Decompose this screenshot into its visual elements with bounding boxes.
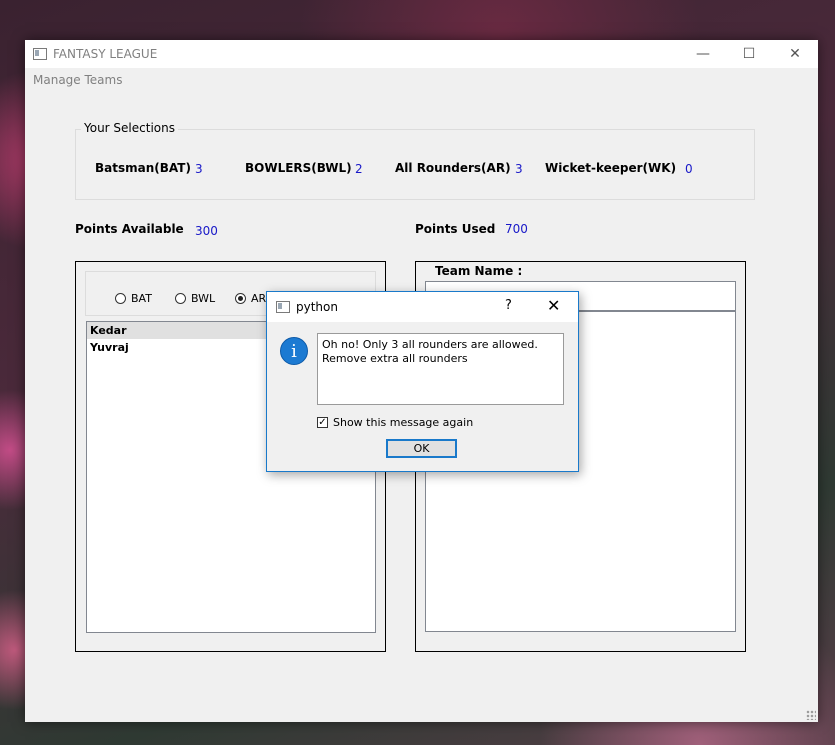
radio-bat-indicator[interactable] — [115, 293, 126, 304]
radio-ar-indicator[interactable] — [235, 293, 246, 304]
dialog-close-button[interactable]: ✕ — [547, 296, 560, 315]
batsman-count: 3 — [195, 162, 203, 176]
checkbox-check-icon[interactable]: ✓ — [317, 417, 328, 428]
batsman-label: Batsman(BAT) — [95, 161, 191, 175]
dialog-title-bar[interactable]: python ? ✕ — [267, 292, 578, 322]
allrounders-label: All Rounders(AR) — [395, 161, 511, 175]
message-dialog: python ? ✕ i Oh no! Only 3 all rounders … — [266, 291, 579, 472]
points-available-label: Points Available — [75, 222, 184, 236]
dialog-title: python — [296, 300, 338, 314]
title-bar[interactable]: FANTASY LEAGUE — ☐ ✕ — [25, 40, 818, 68]
radio-bat-label: BAT — [131, 292, 152, 305]
radio-ar-label: AR — [251, 292, 267, 305]
keeper-label: Wicket-keeper(WK) — [545, 161, 677, 175]
show-again-checkbox[interactable]: ✓ Show this message again — [317, 416, 473, 429]
dialog-app-icon — [276, 301, 290, 313]
maximize-button[interactable]: ☐ — [726, 40, 772, 68]
help-button[interactable]: ? — [505, 298, 512, 313]
bowlers-count: 2 — [355, 162, 363, 176]
radio-bwl-indicator[interactable] — [175, 293, 186, 304]
radio-bwl[interactable]: BWL — [175, 292, 215, 305]
show-again-label: Show this message again — [333, 416, 474, 429]
selections-group-title: Your Selections — [81, 121, 178, 135]
app-window-icon — [33, 48, 47, 60]
resize-grip-icon[interactable] — [806, 710, 816, 720]
keeper-count: 0 — [685, 162, 693, 176]
points-used-label: Points Used — [415, 222, 496, 236]
close-button[interactable]: ✕ — [772, 40, 818, 68]
radio-bat[interactable]: BAT — [115, 292, 152, 305]
team-name-label: Team Name : — [435, 264, 523, 278]
points-available-value: 300 — [195, 224, 218, 238]
dialog-message: Oh no! Only 3 all rounders are allowed. … — [317, 333, 564, 405]
points-used-value: 700 — [505, 222, 528, 236]
radio-bwl-label: BWL — [191, 292, 216, 305]
minimize-button[interactable]: — — [680, 40, 726, 68]
allrounders-count: 3 — [515, 162, 523, 176]
info-icon: i — [280, 337, 308, 365]
bowlers-label: BOWLERS(BWL) — [245, 161, 352, 175]
window-title: FANTASY LEAGUE — [53, 47, 158, 61]
radio-ar[interactable]: AR — [235, 292, 266, 305]
ok-button[interactable]: OK — [386, 439, 457, 458]
menu-manage-teams[interactable]: Manage Teams — [33, 73, 122, 87]
